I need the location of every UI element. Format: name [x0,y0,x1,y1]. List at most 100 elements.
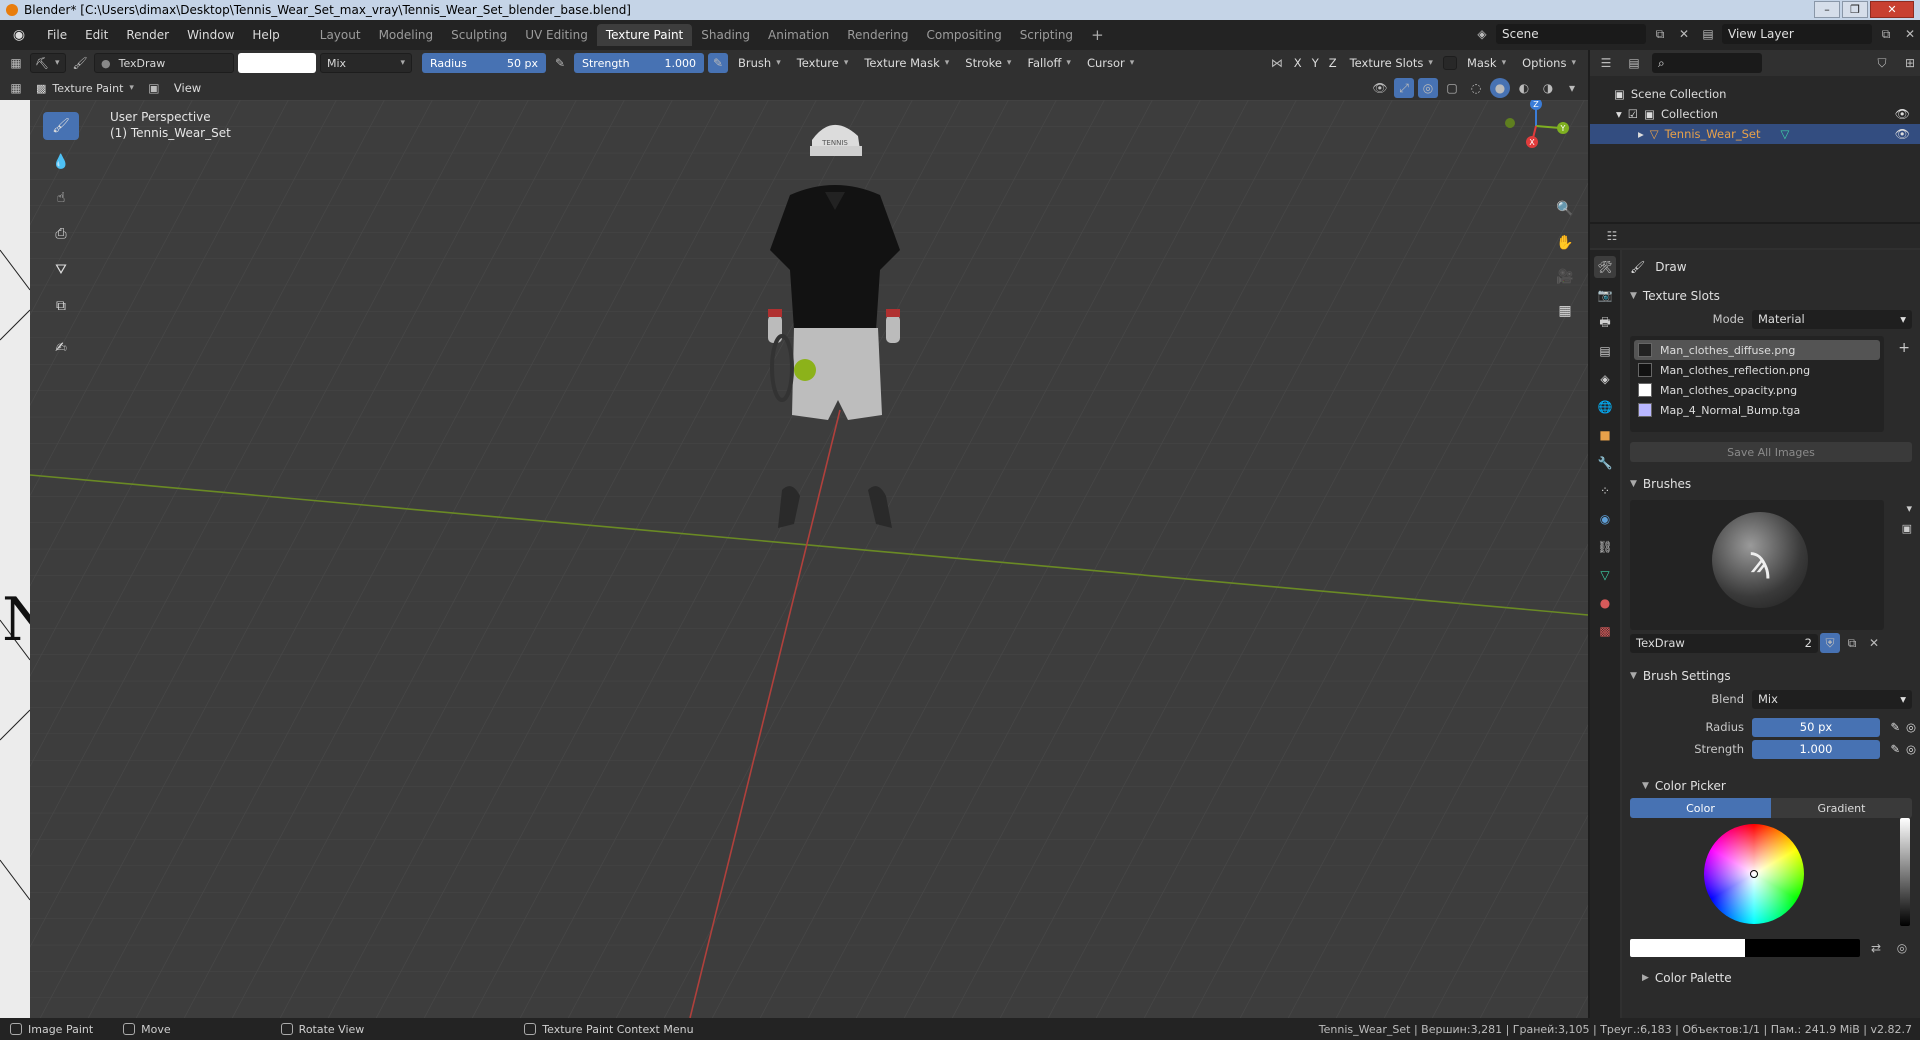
viewport-editor-icon[interactable]: ▦ [6,78,26,98]
list-item[interactable]: Man_clothes_opacity.png [1634,380,1880,400]
pan-hand-icon[interactable]: ✋ [1552,230,1578,256]
outliner-scene-collection[interactable]: ▣ Scene Collection [1590,84,1920,104]
properties-editor-icon[interactable]: ☷ [1602,226,1622,246]
duplicate-brush-icon[interactable]: ⧉ [1842,633,1862,653]
outliner-collection[interactable]: ▾ ☑ ▣ Collection 👁 [1590,104,1920,124]
delete-scene-icon[interactable]: ✕ [1674,24,1694,44]
expand-object-icon[interactable]: ▸ [1638,127,1644,141]
gizmo-toggle-icon[interactable]: ⤢ [1394,78,1414,98]
cursor-menu[interactable]: Cursor [1081,53,1140,73]
brush-name-field[interactable]: ● TexDraw [94,53,234,73]
tab-scripting[interactable]: Scripting [1011,24,1082,46]
stroke-menu[interactable]: Stroke [959,53,1017,73]
zoom-icon[interactable]: 🔍 [1552,196,1578,222]
strength-slider[interactable]: Strength 1.000 [574,53,704,73]
texture-slots-menu[interactable]: Texture Slots [1344,53,1439,73]
value-slider[interactable] [1900,818,1910,926]
tab-modeling[interactable]: Modeling [370,24,443,46]
blender-menu-icon[interactable]: ◉ [8,27,30,43]
brushes-section[interactable]: ▼ Brushes [1622,472,1920,496]
texture-tab-icon[interactable]: ▩ [1594,620,1616,642]
paint-mask-toggle-icon[interactable]: ▣ [144,78,164,98]
radius-pressure-icon[interactable]: ✎ [1890,720,1900,734]
tab-shading[interactable]: Shading [692,24,759,46]
tennis-wear-model[interactable]: TENNIS [720,100,920,550]
scene-name-field[interactable]: Scene [1496,24,1646,44]
radius-slider[interactable]: 50 px [1752,717,1880,737]
mask-tool-icon[interactable]: ⧉ [43,292,79,320]
material-tab-icon[interactable]: ● [1594,592,1616,614]
tab-layout[interactable]: Layout [311,24,370,46]
ortho-toggle-icon[interactable]: ▦ [1552,298,1578,324]
tab-sculpting[interactable]: Sculpting [442,24,516,46]
shading-solid-icon[interactable]: ● [1490,78,1510,98]
radius-slider[interactable]: Radius 50 px [422,53,546,73]
save-all-images-button[interactable]: Save All Images [1630,442,1912,462]
shading-material-icon[interactable]: ◐ [1514,78,1534,98]
add-slot-button[interactable]: + [1898,340,1910,356]
visibility-icon[interactable]: 👁 [1370,78,1390,98]
brush-name-field[interactable]: TexDraw 2 [1630,633,1818,653]
brush-menu[interactable]: Brush [732,53,787,73]
strength-unified-icon[interactable]: ◎ [1906,742,1916,756]
strength-pressure-icon[interactable]: ✎ [1890,742,1900,756]
view-layer-browse-icon[interactable]: ▤ [1698,24,1718,44]
unlink-brush-icon[interactable]: ✕ [1864,633,1884,653]
clone-tool-icon[interactable]: ⎙ [43,220,79,248]
fill-tool-icon[interactable]: ⛛ [43,256,79,284]
view-layer-tab-icon[interactable]: ▤ [1594,340,1616,362]
render-tab-icon[interactable]: 📷 [1594,284,1616,306]
smear-tool-icon[interactable]: ☝ [43,184,79,212]
outliner-editor-icon[interactable]: ☰ [1596,53,1616,73]
color-palette-section[interactable]: ▶ Color Palette [1622,966,1920,990]
camera-view-icon[interactable]: 🎥 [1552,264,1578,290]
list-item[interactable]: Man_clothes_reflection.png [1634,360,1880,380]
radius-unified-icon[interactable]: ◎ [1906,720,1916,734]
color-tab[interactable]: Color [1630,798,1771,818]
xray-toggle-icon[interactable]: ▢ [1442,78,1462,98]
collection-checkbox[interactable]: ☑ [1628,107,1638,121]
mode-dropdown[interactable]: ▩ Texture Paint [30,78,140,98]
outliner-search-input[interactable]: ⌕ [1652,53,1762,73]
add-workspace-button[interactable]: + [1082,24,1113,46]
navigation-gizmo[interactable]: Z Y X [1488,100,1588,180]
scene-tab-icon[interactable]: ◈ [1594,368,1616,390]
texture-mask-menu[interactable]: Texture Mask [858,53,955,73]
scene-browse-icon[interactable]: ◈ [1472,24,1492,44]
annotate-tool-icon[interactable]: ✍ [43,334,79,362]
menu-help[interactable]: Help [243,28,288,42]
unified-color-icon[interactable]: ◎ [1892,938,1912,958]
tool-icon-dropdown[interactable]: ⛏ [30,53,66,73]
falloff-menu[interactable]: Falloff [1021,53,1077,73]
delete-view-layer-icon[interactable]: ✕ [1900,24,1920,44]
shading-rendered-icon[interactable]: ◑ [1538,78,1558,98]
texture-menu[interactable]: Texture [791,53,855,73]
tab-rendering[interactable]: Rendering [838,24,917,46]
view-menu[interactable]: View [168,78,207,98]
menu-edit[interactable]: Edit [76,28,117,42]
shading-options-icon[interactable]: ▾ [1562,78,1582,98]
mask-checkbox[interactable] [1442,56,1457,70]
menu-file[interactable]: File [38,28,76,42]
minimize-button[interactable]: – [1814,1,1840,18]
soften-tool-icon[interactable]: 💧 [43,148,79,176]
filter-icon[interactable]: ⛉ [1872,53,1892,73]
gradient-tab[interactable]: Gradient [1771,798,1912,818]
fake-user-shield-icon[interactable]: ⛨ [1820,633,1840,653]
expand-collection-icon[interactable]: ▾ [1616,107,1622,121]
mode-dropdown-field[interactable]: Material ▾ [1752,309,1912,329]
constraints-tab-icon[interactable]: ⛓ [1594,536,1616,558]
blend-mode-dropdown[interactable]: Mix [320,53,412,73]
brush-menu-icon[interactable]: ▾ [1906,502,1912,515]
world-tab-icon[interactable]: 🌐 [1594,396,1616,418]
3d-viewport[interactable]: TENNIS 🖌 💧 ☝ ⎙ ⛛ ⧉ ✍ User Perspective (1… [0,100,1588,1018]
modifier-tab-icon[interactable]: 🔧 [1594,452,1616,474]
mask-menu[interactable]: Mask [1461,53,1512,73]
options-menu[interactable]: Options [1516,53,1582,73]
shading-wireframe-icon[interactable]: ◌ [1466,78,1486,98]
mirror-z-toggle[interactable]: Z [1326,53,1340,73]
mirror-x-toggle[interactable]: X [1291,53,1305,73]
collection-visibility-icon[interactable]: 👁 [1895,107,1910,121]
tab-uv-editing[interactable]: UV Editing [516,24,597,46]
radius-pressure-icon[interactable]: ✎ [550,53,570,73]
